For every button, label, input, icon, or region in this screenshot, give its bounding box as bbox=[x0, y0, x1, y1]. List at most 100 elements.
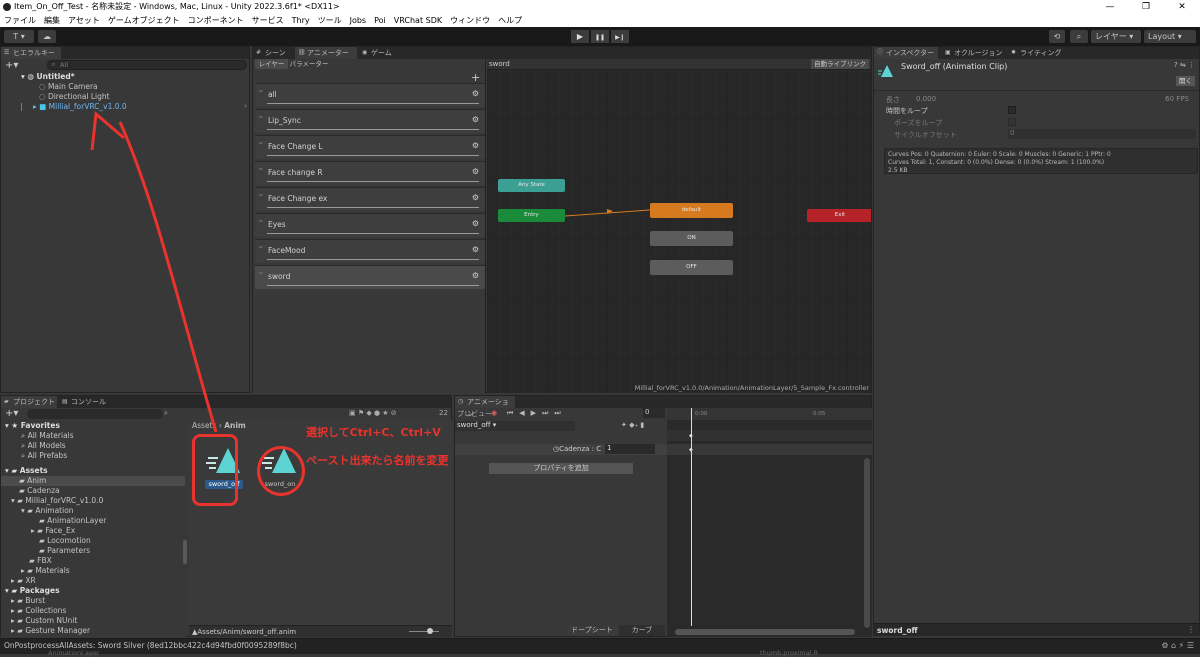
package-item[interactable]: ▸ ▰ Burst bbox=[11, 596, 45, 606]
subtab-layers[interactable]: レイヤー bbox=[255, 59, 288, 69]
folder-millial[interactable]: ▾ ▰ Millial_forVRC_v1.0.0 bbox=[11, 496, 103, 506]
scene-row[interactable]: ▾ ◍ Untitled* bbox=[21, 72, 75, 82]
tree-scrollbar[interactable] bbox=[183, 540, 187, 564]
hierarchy-search-input[interactable]: ⌕ All bbox=[47, 60, 247, 70]
cycle-offset-field[interactable]: 0 bbox=[1008, 129, 1196, 139]
create-button[interactable]: +▾ bbox=[5, 408, 18, 419]
favorites-header[interactable]: ▾ ★ Favorites bbox=[5, 421, 60, 431]
zoom-slider-track[interactable] bbox=[409, 631, 439, 632]
property-value-field[interactable]: 1 bbox=[605, 444, 655, 454]
cloud-icon[interactable]: ☁ bbox=[38, 30, 56, 43]
timeline-scrollbar[interactable] bbox=[675, 629, 855, 635]
folder-fbx[interactable]: ▰ FBX bbox=[29, 556, 52, 566]
add-property-button[interactable]: プロパティを追加 bbox=[489, 463, 633, 474]
hierarchy-item-directional-light[interactable]: ◌ Directional Light bbox=[39, 92, 110, 102]
tab-lighting[interactable]: ✹ ライティング bbox=[1008, 47, 1068, 59]
state-on[interactable]: ON bbox=[650, 231, 733, 246]
tab-occlusion[interactable]: ▣ オクルージョン bbox=[942, 47, 1006, 59]
layout-dropdown[interactable]: Layout ▾ bbox=[1144, 30, 1196, 43]
drag-handle-icon[interactable]: ═ bbox=[259, 244, 263, 251]
drag-handle-icon[interactable]: ═ bbox=[259, 88, 263, 95]
preview-toggle[interactable]: プレビュー bbox=[457, 409, 492, 419]
favorite-item[interactable]: ⌕ All Materials bbox=[21, 431, 74, 441]
packages-header[interactable]: ▾ ▰ Packages bbox=[5, 586, 60, 596]
menu-vrchat-sdk[interactable]: VRChat SDK bbox=[394, 14, 442, 27]
package-item[interactable]: ▸ ▰ Custom NUnit bbox=[11, 616, 77, 626]
playhead[interactable] bbox=[691, 408, 692, 626]
layers-dropdown[interactable]: レイヤー ▾ bbox=[1091, 30, 1141, 43]
state-off[interactable]: OFF bbox=[650, 260, 733, 275]
gear-icon[interactable]: ⚙ bbox=[472, 167, 479, 176]
gear-icon[interactable]: ⚙ bbox=[472, 115, 479, 124]
menu-help[interactable]: ヘルプ bbox=[498, 14, 522, 27]
tab-game[interactable]: ◉ ゲーム bbox=[359, 47, 399, 59]
menu-poi[interactable]: Poi bbox=[374, 14, 386, 27]
property-row[interactable]: ◷Cadenza : C 1 bbox=[455, 444, 667, 455]
folder-animationlayer[interactable]: ▰ AnimationLayer bbox=[39, 516, 106, 526]
menu-assets[interactable]: アセット bbox=[68, 14, 100, 27]
gear-icon[interactable]: ⚙ bbox=[472, 193, 479, 202]
state-any-state[interactable]: Any State bbox=[498, 179, 565, 192]
drag-handle-icon[interactable]: ═ bbox=[259, 192, 263, 199]
folder-face-ex[interactable]: ▸ ▰ Face_Ex bbox=[31, 526, 75, 536]
hierarchy-item-main-camera[interactable]: ◌ Main Camera bbox=[39, 82, 98, 92]
assets-header[interactable]: ▾ ▰ Assets bbox=[5, 466, 48, 476]
folder-cadenza[interactable]: ▰ Cadenza bbox=[19, 486, 60, 496]
state-machine-graph[interactable]: sword 自動ライブリンク Any State Entry default E… bbox=[487, 59, 871, 393]
drag-handle-icon[interactable]: ═ bbox=[259, 114, 263, 121]
vertical-scrollbar[interactable] bbox=[864, 458, 870, 628]
menu-gameobject[interactable]: ゲームオブジェクト bbox=[108, 14, 180, 27]
layer-item[interactable]: ═ Face Change ex ⚙ bbox=[255, 187, 485, 211]
keyframe-icon[interactable]: ◆ bbox=[689, 433, 693, 439]
play-button[interactable]: ▶ bbox=[571, 30, 589, 43]
favorite-item[interactable]: ⌕ All Models bbox=[21, 441, 66, 451]
tab-animator[interactable]: ⛓ アニメーター bbox=[295, 47, 357, 59]
favorite-item[interactable]: ⌕ All Prefabs bbox=[21, 451, 67, 461]
graph-breadcrumb[interactable]: sword bbox=[489, 60, 510, 68]
history-icon[interactable]: ⟲ bbox=[1049, 30, 1065, 43]
chevron-right-icon[interactable]: › bbox=[244, 102, 247, 110]
transport-controls[interactable]: ⏮◀▶⏭⏭ bbox=[507, 409, 567, 418]
menu-thry[interactable]: Thry bbox=[292, 14, 310, 27]
package-item[interactable]: ▸ ▰ Collections bbox=[11, 606, 66, 616]
menu-jobs[interactable]: Jobs bbox=[350, 14, 367, 27]
layer-item[interactable]: ═ all ⚙ bbox=[255, 83, 485, 107]
menu-tools[interactable]: ツール bbox=[318, 14, 342, 27]
auto-live-link-button[interactable]: 自動ライブリンク bbox=[811, 59, 869, 69]
state-default[interactable]: default bbox=[650, 203, 733, 218]
clip-select[interactable]: sword_off ▾ bbox=[455, 421, 575, 431]
maximize-button[interactable]: ❐ bbox=[1128, 0, 1164, 14]
zoom-slider-thumb[interactable] bbox=[427, 628, 433, 634]
layer-item[interactable]: ═ Face change R ⚙ bbox=[255, 161, 485, 185]
state-entry[interactable]: Entry bbox=[498, 209, 565, 222]
curves-button[interactable]: カーブ bbox=[619, 625, 665, 636]
gear-icon[interactable]: ⚙ bbox=[472, 245, 479, 254]
frame-field[interactable]: 0 bbox=[643, 408, 665, 418]
drag-handle-icon[interactable]: ═ bbox=[259, 166, 263, 173]
record-button[interactable]: ◉ bbox=[491, 409, 497, 417]
timeline-ruler[interactable]: 0:00 0:05 bbox=[667, 408, 872, 420]
menu-edit[interactable]: 編集 bbox=[44, 14, 60, 27]
gear-icon[interactable]: ⚙ bbox=[472, 219, 479, 228]
folder-xr[interactable]: ▸ ▰ XR bbox=[11, 576, 36, 586]
package-item[interactable]: ▸ ▰ Gesture Manager bbox=[11, 626, 90, 636]
help-icon[interactable]: ? ⇋ ⋮ bbox=[1174, 61, 1195, 69]
gear-icon[interactable]: ⚙ bbox=[472, 271, 479, 280]
layer-item-selected[interactable]: ═ sword ⚙ bbox=[255, 265, 485, 289]
gear-icon[interactable]: ⚙ bbox=[472, 141, 479, 150]
menu-file[interactable]: ファイル bbox=[4, 14, 36, 27]
menu-dots-icon[interactable]: ⋮ bbox=[1187, 625, 1195, 634]
folder-locomotion[interactable]: ▰ Locomotion bbox=[39, 536, 91, 546]
folder-anim[interactable]: ▰ Anim bbox=[19, 476, 46, 486]
pause-button[interactable]: ❚❚ bbox=[591, 30, 609, 43]
open-button[interactable]: 開く bbox=[1176, 76, 1195, 86]
add-button[interactable]: +▾ bbox=[5, 60, 18, 71]
menu-window[interactable]: ウィンドウ bbox=[450, 14, 490, 27]
state-exit[interactable]: Exit bbox=[807, 209, 871, 222]
folder-parameters[interactable]: ▰ Parameters bbox=[39, 546, 90, 556]
dopesheet-button[interactable]: ドープシート bbox=[567, 625, 617, 636]
tab-animation[interactable]: ◷ アニメーション bbox=[455, 396, 515, 418]
menu-component[interactable]: コンポーネント bbox=[188, 14, 244, 27]
tab-hierarchy[interactable]: ☰ ヒエラルキー bbox=[1, 47, 61, 59]
layer-item[interactable]: ═ FaceMood ⚙ bbox=[255, 239, 485, 263]
